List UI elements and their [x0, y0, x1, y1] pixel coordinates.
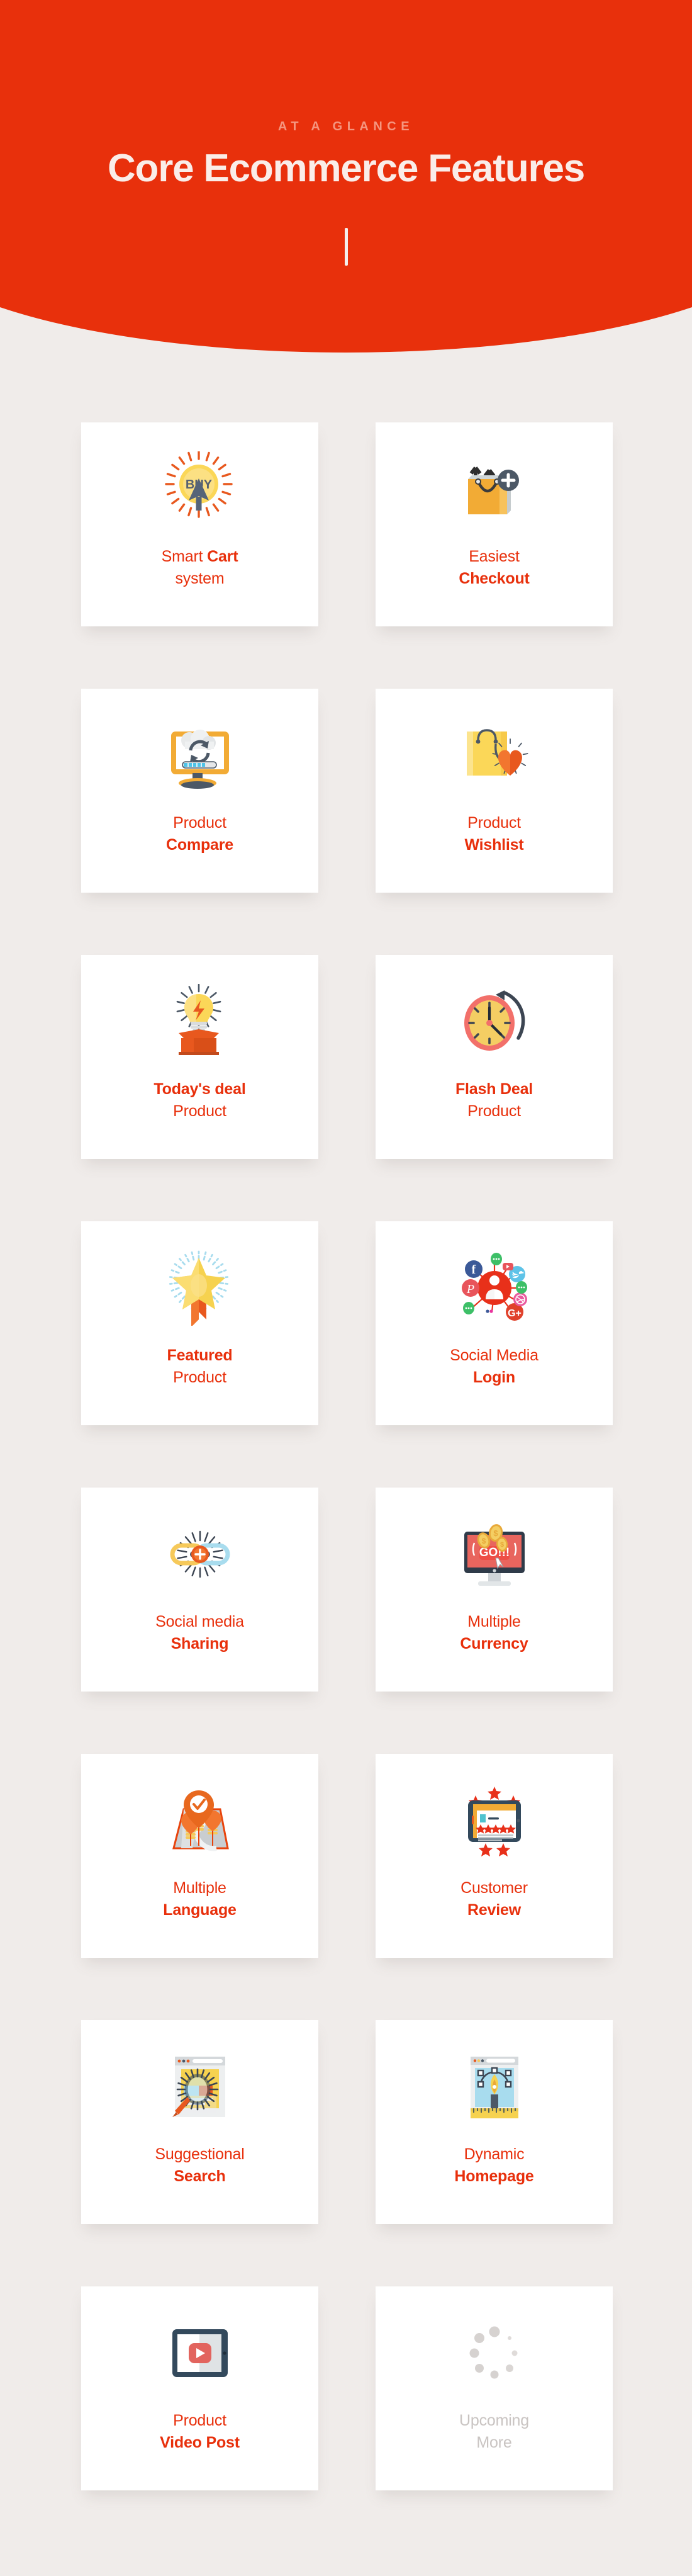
feature-card[interactable]: Customer Review: [376, 1754, 613, 1958]
feature-card-label: Product Compare: [166, 812, 233, 856]
feature-label-bold: Featured: [167, 1347, 233, 1364]
feature-label-bold: Login: [473, 1369, 515, 1386]
page-title: Core Ecommerce Features: [0, 148, 692, 189]
shopping-bag-add-icon: [457, 451, 532, 527]
feature-label-regular: Product: [173, 1369, 226, 1386]
feature-label-regular: Multiple: [467, 1613, 521, 1630]
feature-label-regular: Social Media: [450, 1347, 539, 1364]
bag-heart-icon: [457, 718, 532, 793]
feature-card[interactable]: Multiple Language: [81, 1754, 318, 1958]
feature-label-bold: Today's deal: [153, 1080, 245, 1098]
feature-card[interactable]: Product Wishlist: [376, 689, 613, 893]
feature-label-bold: Wishlist: [464, 836, 523, 854]
feature-label-regular: Dynamic: [464, 2145, 525, 2163]
feature-label-regular: Upcoming: [459, 2412, 529, 2429]
svg-text:$: $: [499, 1541, 503, 1549]
feature-card-label: Product Wishlist: [464, 812, 523, 856]
lightbulb-box-icon: [162, 984, 238, 1059]
feature-label-regular: system: [176, 570, 225, 587]
header-eyebrow: AT A GLANCE: [0, 120, 692, 134]
svg-text:f: f: [471, 1263, 476, 1277]
feature-label-bold: Sharing: [171, 1635, 229, 1652]
feature-label-bold: Flash Deal: [455, 1080, 533, 1098]
feature-card-label: Social media Sharing: [155, 1611, 244, 1654]
feature-card[interactable]: Today's deal Product: [81, 955, 318, 1159]
feature-card-label: Multiple Currency: [460, 1611, 528, 1654]
feature-label-bold: Video Post: [160, 2434, 240, 2451]
feature-label-regular: More: [476, 2434, 511, 2451]
tablet-video-play-icon: [162, 2315, 238, 2391]
feature-label-bold: Language: [163, 1901, 236, 1919]
feature-card-label: Multiple Language: [163, 1877, 236, 1921]
feature-card[interactable]: Social media Sharing: [81, 1488, 318, 1692]
feature-card-grid: BUY Smart Cart system Easiest Checkout: [81, 422, 613, 2490]
feature-label-bold: Homepage: [454, 2167, 533, 2185]
feature-label-bold: Compare: [166, 836, 233, 854]
buy-burst-cursor-icon: BUY: [162, 451, 238, 527]
feature-label-regular: Smart: [162, 548, 203, 565]
monitor-sync-cloud-icon: [162, 718, 238, 793]
feature-card-label: Flash Deal Product: [455, 1078, 533, 1122]
feature-label-bold: Cart: [207, 548, 238, 565]
browser-pen-tool-icon: [457, 2049, 532, 2125]
feature-label-regular: Product: [173, 1102, 226, 1120]
header-divider: [345, 228, 348, 266]
feature-card[interactable]: GO!!! $ $ $ Multiple Currency: [376, 1488, 613, 1692]
feature-label-bold: Review: [467, 1901, 521, 1919]
feature-card-label: Smart Cart system: [162, 546, 238, 589]
feature-card-label: Suggestional Search: [155, 2144, 244, 2187]
feature-label-bold: Checkout: [459, 570, 529, 587]
feature-card[interactable]: Product Video Post: [81, 2286, 318, 2490]
link-share-icon: [162, 1517, 238, 1592]
feature-card-label: Featured Product: [167, 1345, 233, 1388]
feature-card[interactable]: BUY Smart Cart system: [81, 422, 318, 626]
infographic-page: AT A GLANCE Core Ecommerce Features BUY …: [0, 0, 692, 2576]
feature-label-bold: Search: [174, 2167, 225, 2185]
feature-label-regular: Product: [467, 1102, 521, 1120]
page-header: AT A GLANCE Core Ecommerce Features: [0, 0, 692, 353]
feature-card-label: Social Media Login: [450, 1345, 539, 1388]
feature-card-label: Easiest Checkout: [459, 546, 529, 589]
tablet-review-stars-icon: [457, 1783, 532, 1858]
feature-label-regular: Product: [467, 814, 521, 832]
star-ribbon-icon: [162, 1250, 238, 1326]
feature-card[interactable]: Easiest Checkout: [376, 422, 613, 626]
clock-arrow-icon: [457, 984, 532, 1059]
feature-label-regular: Suggestional: [155, 2145, 244, 2163]
feature-label-regular: Customer: [460, 1879, 528, 1897]
browser-magnifier-icon: [162, 2049, 238, 2125]
feature-card[interactable]: Product Compare: [81, 689, 318, 893]
feature-label-bold: Currency: [460, 1635, 528, 1652]
feature-card[interactable]: Suggestional Search: [81, 2020, 318, 2224]
feature-card[interactable]: f P G+ Social Media Login: [376, 1221, 613, 1425]
svg-text:G+: G+: [508, 1308, 522, 1319]
feature-card[interactable]: Upcoming More: [376, 2286, 613, 2490]
loading-spinner-icon: [457, 2315, 532, 2391]
feature-card-label: Today's deal Product: [153, 1078, 245, 1122]
feature-card[interactable]: Flash Deal Product: [376, 955, 613, 1159]
feature-label-regular: Product: [173, 2412, 226, 2429]
feature-label-regular: Easiest: [469, 548, 520, 565]
feature-label-regular: Multiple: [173, 1879, 226, 1897]
feature-card-label: Product Video Post: [160, 2410, 240, 2453]
feature-card[interactable]: Dynamic Homepage: [376, 2020, 613, 2224]
svg-text:$: $: [493, 1528, 498, 1538]
svg-text:P: P: [466, 1282, 474, 1296]
feature-label-regular: Social media: [155, 1613, 244, 1630]
feature-card[interactable]: Featured Product: [81, 1221, 318, 1425]
feature-card-label: Upcoming More: [459, 2410, 529, 2453]
monitor-go-coins-icon: GO!!! $ $ $: [457, 1517, 532, 1592]
map-pins-icon: [162, 1783, 238, 1858]
feature-card-label: Dynamic Homepage: [454, 2144, 533, 2187]
feature-label-regular: Product: [173, 814, 226, 832]
social-network-hub-icon: f P G+: [457, 1250, 532, 1326]
feature-card-label: Customer Review: [460, 1877, 528, 1921]
svg-text:$: $: [481, 1537, 486, 1545]
